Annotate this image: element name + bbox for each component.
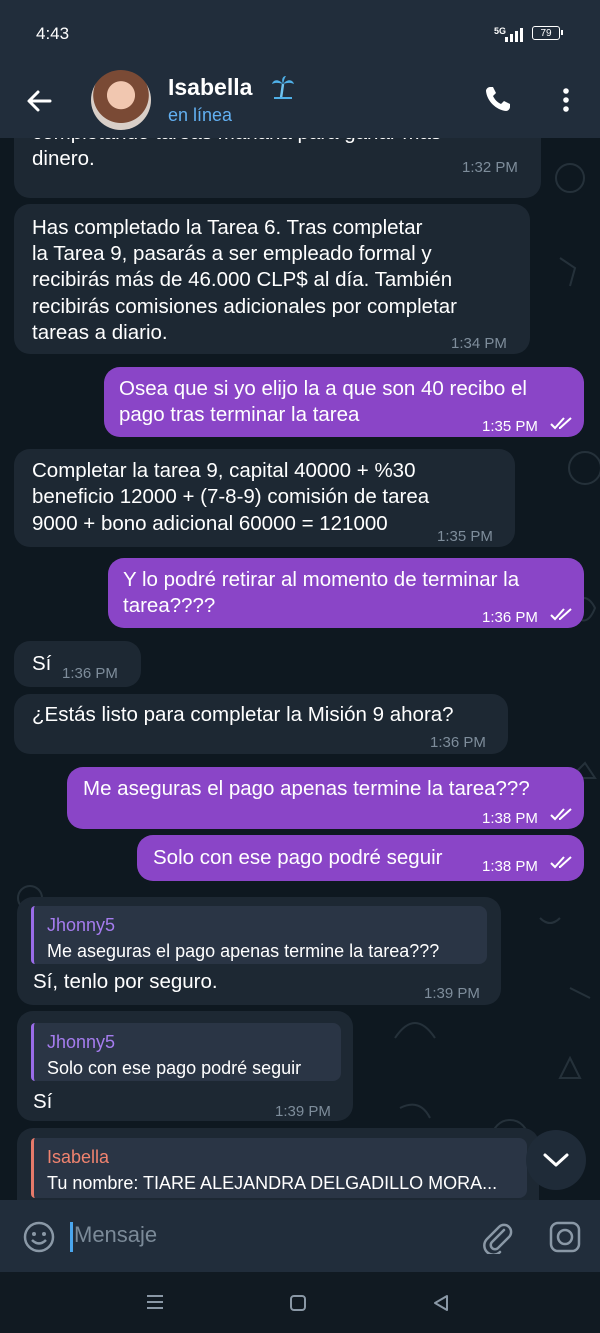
- reply-author: Jhonny5: [47, 1032, 116, 1052]
- battery-icon: 79: [532, 26, 563, 40]
- palm-tree-icon: [272, 76, 294, 99]
- message-time: 1:36 PM: [482, 609, 538, 626]
- message-text: Has completado la Tarea 6. Tras completa…: [32, 216, 423, 239]
- message-list[interactable]: completando tareas mañana para ganar más…: [0, 138, 600, 1200]
- message-text: dinero.: [32, 147, 95, 170]
- message-bubble-incoming[interactable]: Has completado la Tarea 6. Tras completa…: [14, 204, 530, 354]
- read-checkmarks-icon: [550, 856, 572, 869]
- message-text: Y lo podré retirar al momento de termina…: [123, 568, 520, 591]
- message-text: ¿Estás listo para completar la Misión 9 …: [32, 703, 454, 726]
- message-time: 1:36 PM: [62, 665, 118, 682]
- message-text: beneficio 12000 + (7-8-9) comisión de ta…: [32, 485, 430, 508]
- home-icon[interactable]: [289, 1294, 307, 1312]
- read-checkmarks-icon: [550, 608, 572, 621]
- recents-icon[interactable]: [146, 1294, 164, 1310]
- reply-author: Jhonny5: [47, 915, 116, 935]
- message-text: Me aseguras el pago apenas termine la ta…: [83, 777, 530, 800]
- reply-quote[interactable]: Jhonny5 Solo con ese pago podré seguir: [31, 1023, 341, 1081]
- message-bubble-incoming[interactable]: Jhonny5 Solo con ese pago podré seguir S…: [17, 1011, 353, 1121]
- emoji-icon[interactable]: [22, 1220, 56, 1254]
- status-time: 4:43: [36, 24, 70, 43]
- scroll-to-bottom-button[interactable]: [526, 1130, 586, 1190]
- message-bubble-outgoing[interactable]: Y lo podré retirar al momento de termina…: [108, 558, 584, 628]
- camera-icon[interactable]: [548, 1220, 582, 1254]
- signal-icon: [505, 28, 523, 42]
- more-options-icon[interactable]: [555, 86, 577, 114]
- message-time: 1:39 PM: [275, 1103, 331, 1120]
- message-text: Osea que si yo elijo la a que son 40 rec…: [119, 377, 527, 400]
- message-text: la Tarea 9, pasarás a ser empleado forma…: [32, 242, 432, 265]
- message-text: Sí: [32, 652, 52, 675]
- message-time: 1:35 PM: [437, 528, 493, 545]
- reply-text: Tu nombre: TIARE ALEJANDRA DELGADILLO MO…: [47, 1173, 498, 1193]
- message-text: Solo con ese pago podré seguir: [153, 846, 443, 869]
- phone-icon[interactable]: [482, 83, 514, 115]
- message-time: 1:35 PM: [482, 418, 538, 435]
- back-triangle-icon[interactable]: [432, 1294, 450, 1312]
- message-time: 1:36 PM: [430, 734, 486, 751]
- message-time: 1:38 PM: [482, 858, 538, 875]
- message-text: 9000 + bono adicional 60000 = 121000: [32, 512, 388, 535]
- message-bubble-outgoing[interactable]: Me aseguras el pago apenas termine la ta…: [67, 767, 584, 829]
- text-cursor: [70, 1222, 73, 1252]
- avatar[interactable]: [91, 70, 151, 130]
- reply-text: Solo con ese pago podré seguir: [47, 1058, 302, 1078]
- message-time: 1:38 PM: [482, 810, 538, 827]
- message-text: Sí, tenlo por seguro.: [33, 970, 218, 993]
- message-text: pago tras terminar la tarea: [119, 403, 360, 426]
- message-bubble-incoming[interactable]: Jhonny5 Me aseguras el pago apenas termi…: [17, 897, 501, 1005]
- message-bubble-outgoing[interactable]: Solo con ese pago podré seguir 1:38 PM: [137, 835, 584, 881]
- read-checkmarks-icon: [550, 417, 572, 430]
- contact-name[interactable]: Isabella: [168, 74, 252, 101]
- system-navigation-bar: [0, 1272, 600, 1333]
- chat-header: Isabella en línea: [0, 68, 600, 138]
- message-bubble-incoming[interactable]: Sí 1:36 PM: [14, 641, 141, 687]
- message-composer: Mensaje: [0, 1200, 600, 1272]
- read-checkmarks-icon: [550, 808, 572, 821]
- message-bubble-incoming[interactable]: Isabella Tu nombre: TIARE ALEJANDRA DELG…: [17, 1128, 539, 1200]
- message-time: 1:32 PM: [462, 159, 518, 176]
- message-text: tarea????: [123, 594, 216, 617]
- reply-quote[interactable]: Jhonny5 Me aseguras el pago apenas termi…: [31, 906, 487, 964]
- reply-text: Me aseguras el pago apenas termine la ta…: [47, 941, 440, 961]
- message-time: 1:34 PM: [451, 335, 507, 352]
- message-bubble-incoming[interactable]: ¿Estás listo para completar la Misión 9 …: [14, 694, 508, 754]
- reply-quote[interactable]: Isabella Tu nombre: TIARE ALEJANDRA DELG…: [31, 1138, 527, 1198]
- message-time: 1:39 PM: [424, 985, 480, 1002]
- status-bar: 4:43 5G 79: [0, 0, 600, 68]
- message-bubble-incoming[interactable]: completando tareas mañana para ganar más…: [14, 138, 541, 198]
- message-bubble-incoming[interactable]: Completar la tarea 9, capital 40000 + %3…: [14, 449, 515, 547]
- message-text: tareas a diario.: [32, 321, 168, 344]
- message-text: Sí: [33, 1090, 53, 1113]
- message-text: recibirás comisiones adicionales por com…: [32, 295, 457, 318]
- back-arrow-icon[interactable]: [22, 84, 56, 118]
- paperclip-icon[interactable]: [480, 1220, 514, 1254]
- chevron-down-icon: [543, 1153, 569, 1167]
- contact-status: en línea: [168, 105, 233, 125]
- message-text: recibirás más de 46.000 CLP$ al día. Tam…: [32, 268, 453, 291]
- message-input[interactable]: Mensaje: [74, 1222, 157, 1248]
- message-text: Completar la tarea 9, capital 40000 + %3…: [32, 459, 416, 482]
- message-bubble-outgoing[interactable]: Osea que si yo elijo la a que son 40 rec…: [104, 367, 584, 437]
- reply-author: Isabella: [47, 1147, 110, 1167]
